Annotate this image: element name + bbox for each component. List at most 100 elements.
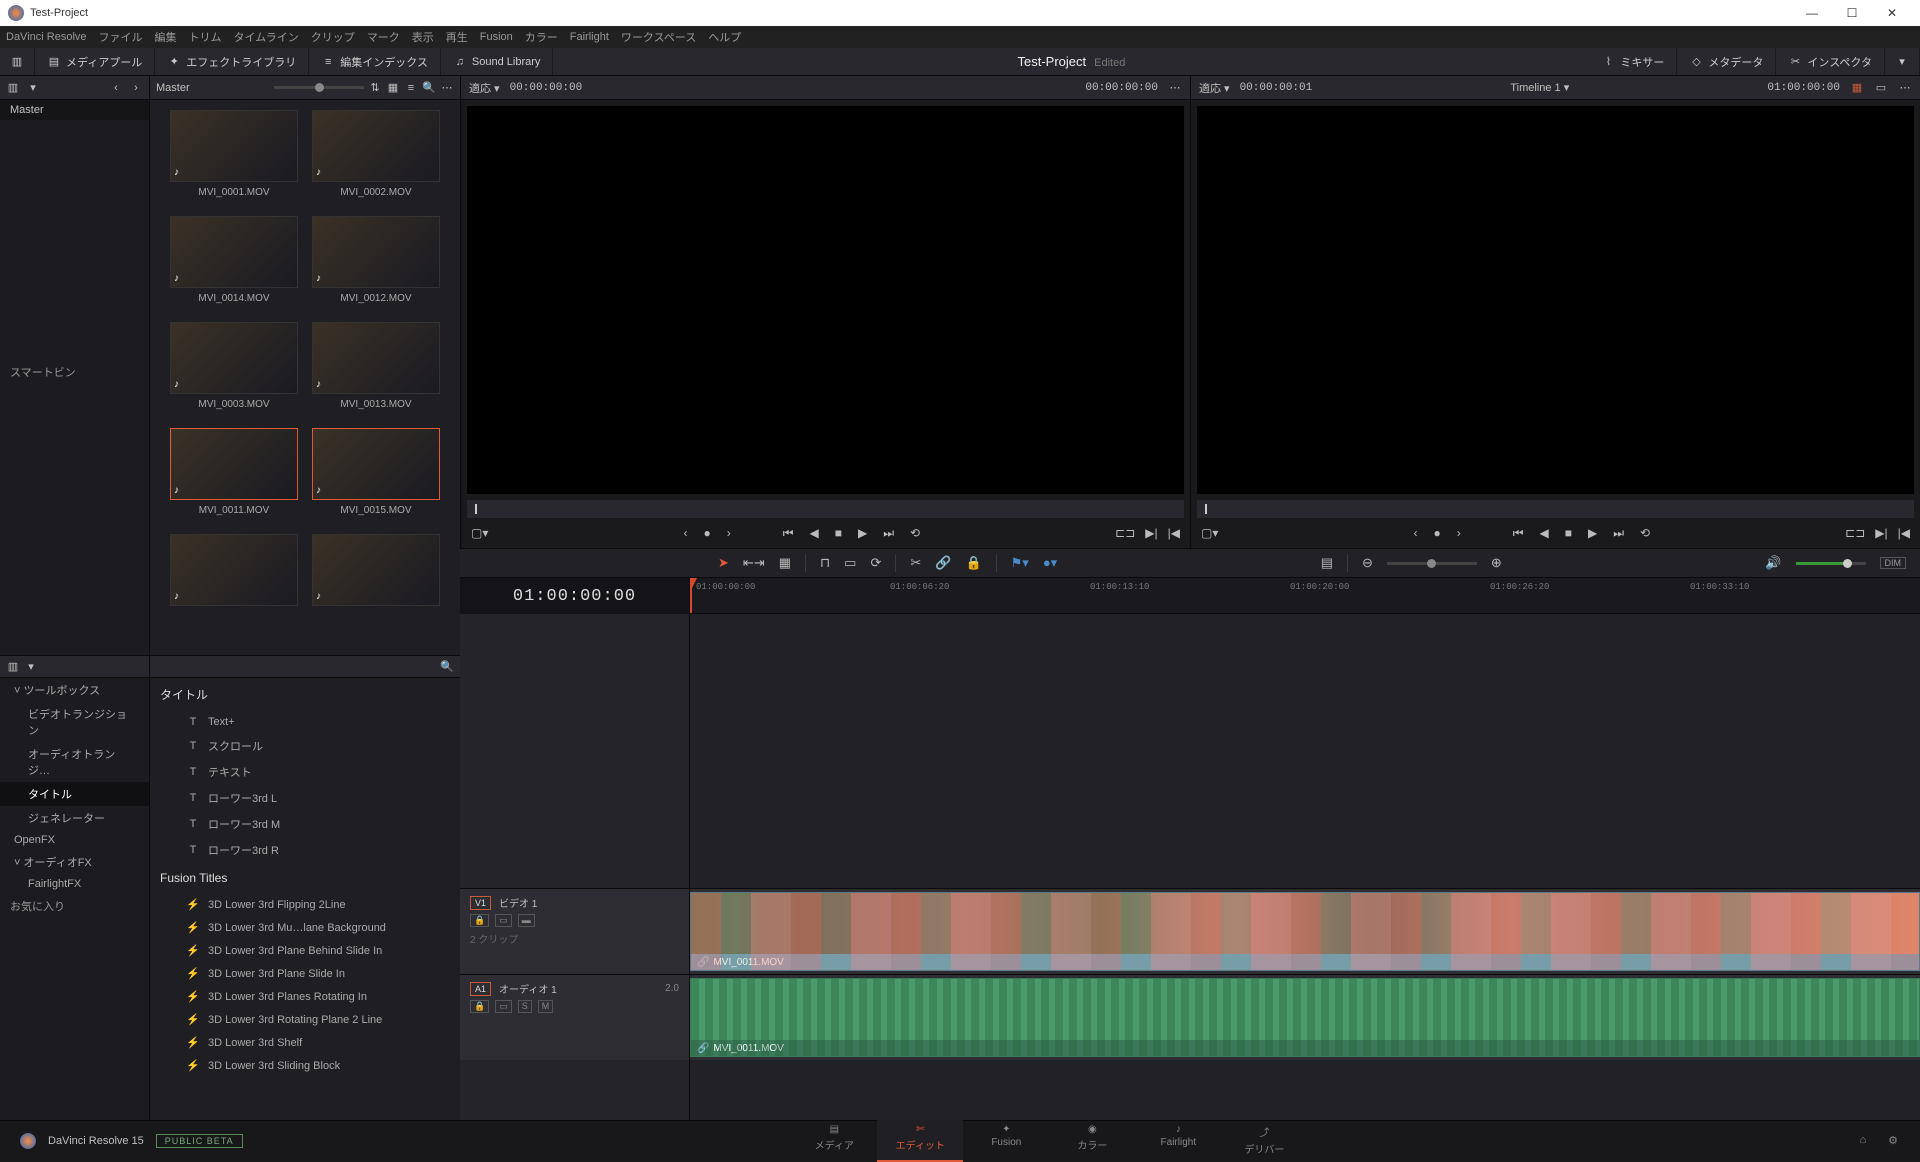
go-in-icon[interactable]: ▶| xyxy=(1145,526,1157,540)
loop-icon[interactable]: ⟲ xyxy=(1640,526,1650,540)
title-preset-item[interactable]: Tテキスト xyxy=(150,759,460,785)
clip-thumbnail[interactable]: ♪ xyxy=(170,428,298,500)
timeline-tracks[interactable]: 01:00:00:00 01:00:06:20 01:00:13:10 01:0… xyxy=(690,578,1920,1120)
blade-tool-icon[interactable]: ✂ xyxy=(910,555,921,571)
track-badge-a1[interactable]: A1 xyxy=(470,982,491,996)
disable-track-icon[interactable]: ▬ xyxy=(518,914,535,927)
fusion-title-item[interactable]: ⚡3D Lower 3rd Mu…lane Background xyxy=(150,916,460,939)
maximize-button[interactable]: ☐ xyxy=(1832,6,1872,20)
timeline-ruler[interactable]: 01:00:00:00 01:00:06:20 01:00:13:10 01:0… xyxy=(690,578,1920,614)
menu-resolve[interactable]: DaVinci Resolve xyxy=(6,31,87,43)
playhead[interactable] xyxy=(690,578,692,613)
page-fairlight[interactable]: ♪Fairlight xyxy=(1135,1120,1221,1162)
menu-color[interactable]: カラー xyxy=(525,29,558,45)
bin-master[interactable]: Master xyxy=(0,100,149,120)
list-view-icon[interactable]: ≡ xyxy=(404,82,418,94)
title-preset-item[interactable]: Tローワー3rd L xyxy=(150,785,460,811)
menu-help[interactable]: ヘルプ xyxy=(708,29,741,45)
color-swatch-icon[interactable]: ▦ xyxy=(1850,81,1864,94)
clip-thumbnail[interactable]: ♪ xyxy=(312,110,440,182)
title-preset-item[interactable]: Tスクロール xyxy=(150,733,460,759)
sound-library-toggle[interactable]: ♫Sound Library xyxy=(441,48,554,75)
clip-thumbnail[interactable]: ♪ xyxy=(312,216,440,288)
menu-clip[interactable]: クリップ xyxy=(311,29,355,45)
timeline-name-dropdown[interactable]: Timeline 1 ▾ xyxy=(1510,81,1569,94)
source-fit-dropdown[interactable]: 適応 ▾ xyxy=(469,80,500,96)
selection-tool-icon[interactable]: ➤ xyxy=(718,555,729,571)
zoom-out-icon[interactable]: ⊖ xyxy=(1362,555,1373,571)
zoom-in-icon[interactable]: ⊕ xyxy=(1491,555,1502,571)
fusion-title-item[interactable]: ⚡3D Lower 3rd Plane Behind Slide In xyxy=(150,939,460,962)
next-edit-icon[interactable]: › xyxy=(727,526,731,540)
page-deliver[interactable]: ⤴デリバー xyxy=(1221,1120,1307,1162)
single-viewer-icon[interactable]: ▭ xyxy=(1874,81,1888,94)
loop-icon[interactable]: ⟲ xyxy=(910,526,920,540)
chevron-down-icon[interactable]: ▾ xyxy=(26,81,40,94)
audio-track-header[interactable]: A1 オーディオ 1 2.0 🔒 ▭ S M xyxy=(460,974,689,1060)
play-icon[interactable]: ▶ xyxy=(1588,526,1597,540)
timeline-screen[interactable] xyxy=(1197,106,1914,494)
minimize-button[interactable]: — xyxy=(1792,6,1832,20)
clip-thumbnail[interactable]: ♪ xyxy=(170,110,298,182)
fusion-title-item[interactable]: ⚡3D Lower 3rd Rotating Plane 2 Line xyxy=(150,1008,460,1031)
go-start-icon[interactable]: ⏮ xyxy=(1513,526,1524,541)
playhead-timecode[interactable]: 01:00:00:00 xyxy=(460,578,689,614)
nav-back-icon[interactable]: ‹ xyxy=(109,82,123,94)
trim-tool-icon[interactable]: ⇤⇥ xyxy=(743,555,765,571)
page-fusion[interactable]: ✦Fusion xyxy=(963,1120,1049,1162)
mute-icon[interactable]: M xyxy=(538,1000,554,1013)
audio-clip[interactable]: 🔗MVI_0011.MOV xyxy=(690,978,1920,1057)
expand-button[interactable]: ▾ xyxy=(1885,48,1920,75)
cat-video-transitions[interactable]: ビデオトランジション xyxy=(0,702,149,742)
track-badge-v1[interactable]: V1 xyxy=(470,896,491,910)
home-icon[interactable]: ⌂ xyxy=(1856,1134,1870,1147)
clip-thumbnail[interactable]: ♪ xyxy=(312,428,440,500)
auto-select-icon[interactable]: ▭ xyxy=(495,914,512,927)
close-button[interactable]: ✕ xyxy=(1872,6,1912,20)
cat-toolbox[interactable]: ˅ ツールボックス xyxy=(0,678,149,702)
play-icon[interactable]: ▶ xyxy=(858,526,867,540)
lock-track-icon[interactable]: 🔒 xyxy=(470,914,489,927)
auto-select-icon[interactable]: ▭ xyxy=(495,1000,512,1013)
go-out-icon[interactable]: |◀ xyxy=(1898,526,1910,540)
panel-layout-icon[interactable]: ▥ xyxy=(6,660,20,673)
media-clip[interactable]: ♪MVI_0013.MOV xyxy=(312,322,440,410)
video-track-header[interactable]: V1 ビデオ 1 🔒 ▭ ▬ 2 クリップ xyxy=(460,888,689,974)
options-icon[interactable]: ⋯ xyxy=(1898,81,1912,94)
settings-gear-icon[interactable]: ⚙ xyxy=(1886,1134,1900,1147)
menu-edit[interactable]: 編集 xyxy=(155,29,177,45)
go-in-icon[interactable]: ▶| xyxy=(1875,526,1887,540)
prev-edit-icon[interactable]: ‹ xyxy=(683,526,687,540)
menu-fusion[interactable]: Fusion xyxy=(480,31,513,43)
title-preset-item[interactable]: Tローワー3rd M xyxy=(150,811,460,837)
go-out-icon[interactable]: |◀ xyxy=(1168,526,1180,540)
search-icon[interactable]: 🔍 xyxy=(440,660,454,673)
clip-thumbnail[interactable]: ♪ xyxy=(170,534,298,606)
volume-slider[interactable] xyxy=(1796,562,1866,565)
stop-icon[interactable]: ■ xyxy=(835,526,842,540)
grid-view-icon[interactable]: ▦ xyxy=(386,81,400,94)
menu-timeline[interactable]: タイムライン xyxy=(234,29,299,45)
chevron-down-icon[interactable]: ▾ xyxy=(24,660,38,673)
page-color[interactable]: ◉カラー xyxy=(1049,1120,1135,1162)
fusion-title-item[interactable]: ⚡3D Lower 3rd Flipping 2Line xyxy=(150,893,460,916)
thumb-zoom-slider[interactable] xyxy=(274,86,364,89)
page-media[interactable]: ▤メディア xyxy=(791,1120,877,1162)
media-clip[interactable]: ♪MVI_0003.MOV xyxy=(170,322,298,410)
options-icon[interactable]: ⋯ xyxy=(1168,81,1182,94)
breadcrumb-master[interactable]: Master xyxy=(156,82,190,94)
timeline-fit-dropdown[interactable]: 適応 ▾ xyxy=(1199,80,1230,96)
media-clip[interactable]: ♪MVI_0015.MOV xyxy=(312,428,440,516)
clip-thumbnail[interactable]: ♪ xyxy=(170,322,298,394)
go-start-icon[interactable]: ⏮ xyxy=(783,526,794,541)
solo-icon[interactable]: S xyxy=(518,1000,532,1013)
step-forward-icon[interactable]: ⏭ xyxy=(883,526,894,541)
menu-fairlight[interactable]: Fairlight xyxy=(570,31,609,43)
media-clip[interactable]: ♪MVI_0014.MOV xyxy=(170,216,298,304)
volume-icon[interactable]: 🔊 xyxy=(1765,555,1781,571)
next-edit-icon[interactable]: › xyxy=(1457,526,1461,540)
media-clip[interactable]: ♪MVI_0001.MOV xyxy=(170,110,298,198)
lock-icon[interactable]: 🔒 xyxy=(965,555,981,571)
source-scrubber[interactable] xyxy=(467,500,1184,518)
source-screen[interactable] xyxy=(467,106,1184,494)
